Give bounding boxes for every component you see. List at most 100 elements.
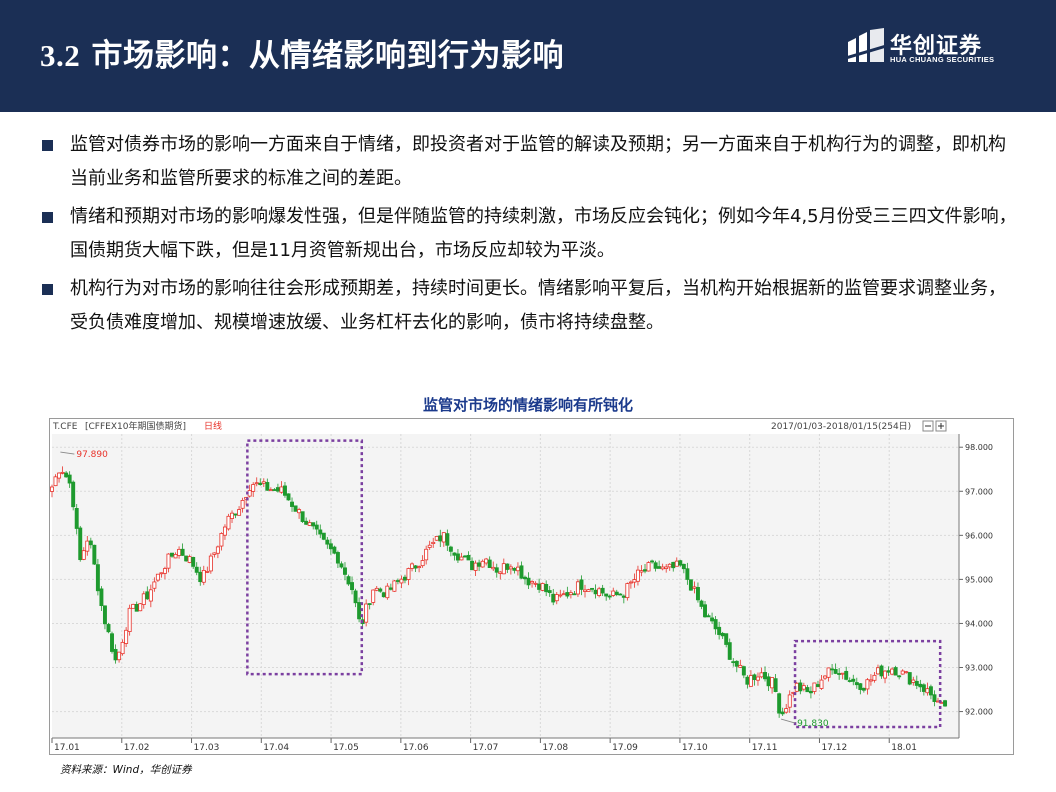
candle (138, 603, 143, 612)
candle (597, 586, 602, 598)
candle-body (332, 546, 337, 554)
candle-body (201, 569, 206, 583)
candle-body (385, 585, 390, 599)
candle-body (731, 661, 736, 664)
candle-body (148, 589, 153, 602)
candle-body (251, 484, 256, 492)
candle-body (879, 665, 884, 677)
candle-body (918, 683, 923, 688)
candle (293, 505, 298, 512)
candle-body (508, 566, 513, 570)
zoom-out-button[interactable] (922, 420, 934, 432)
candle-body (858, 683, 863, 690)
candle-body (787, 694, 792, 708)
candle (127, 604, 132, 636)
bullet-text: 监管对债券市场的影响一方面来自于情绪，即投资者对于监管的解读及预期；另一方面来自… (70, 134, 1006, 189)
candle-body (868, 679, 873, 682)
candle-body (692, 586, 697, 589)
candle (92, 544, 97, 565)
candle-body (561, 593, 566, 596)
candle-body (593, 589, 598, 595)
candle-body (537, 583, 542, 590)
candle-body (219, 533, 224, 547)
candle (332, 545, 337, 555)
candle-body (261, 481, 266, 484)
candle-body (74, 507, 79, 529)
candle-body (854, 682, 859, 686)
candle-body (417, 566, 422, 569)
candle-body (350, 582, 355, 591)
candle-body (427, 544, 432, 548)
x-tick-label: 17.12 (821, 743, 847, 753)
candle-body (805, 687, 810, 693)
candle-body (703, 604, 707, 618)
candle-body (816, 684, 820, 687)
chart-svg: 92.000 93.000 94.000 95.000 96.000 97.000 98.0… (49, 418, 1014, 755)
candle-body (265, 482, 270, 491)
high-value-label: 97.890 (76, 450, 108, 460)
candle-body (406, 568, 411, 580)
candle-body (844, 670, 849, 680)
candle-body (420, 560, 425, 567)
y-tick-label: 93.000 (965, 664, 993, 673)
candle-body (99, 588, 104, 607)
candle-body (117, 651, 122, 661)
bullet-list: 监管对债券市场的影响一方面来自于情绪，即投资者对于监管的解读及预期；另一方面来自… (40, 128, 1020, 344)
candle-body (455, 553, 460, 561)
candle-body (865, 679, 870, 690)
candle-body (67, 474, 72, 484)
candle (208, 553, 213, 574)
candle-body (914, 680, 919, 686)
candle-body (635, 569, 640, 582)
candle-body (392, 580, 397, 592)
y-tick-label: 94.000 (965, 619, 993, 628)
candle-body (770, 677, 775, 689)
candle-body (932, 694, 937, 702)
candle-body (92, 544, 97, 565)
candle-body (685, 568, 690, 580)
candle-body (254, 482, 259, 485)
candle-body (713, 619, 718, 630)
candle-body (530, 581, 535, 584)
x-tick-label: 17.04 (263, 743, 289, 753)
candle-body (187, 556, 192, 563)
bullet-item: 机构行为对市场的影响往往会形成预期差，持续时间更长。情绪影响平复后，当机构开始根… (40, 272, 1020, 340)
candle-body (646, 562, 651, 572)
candle-body (540, 583, 545, 591)
candle-body (459, 556, 464, 561)
candle-body (674, 560, 679, 567)
candle-body (621, 595, 626, 598)
candle-body (222, 526, 227, 536)
candle-body (763, 672, 767, 680)
candle (688, 579, 693, 591)
candle-body (290, 501, 294, 507)
candle-body (544, 583, 549, 593)
logo-text-en: HUA CHUANG SECURITIES (890, 55, 995, 64)
candle-body (480, 560, 485, 568)
candle-body (441, 532, 446, 543)
candle-body (286, 493, 291, 501)
candle-body (353, 590, 358, 604)
candle-body (575, 581, 580, 595)
candle-body (784, 708, 789, 713)
candle-body (738, 664, 743, 668)
section-number: 3.2 (40, 38, 81, 73)
candle-body (607, 595, 612, 598)
zoom-in-button[interactable] (935, 420, 947, 432)
candle-body (897, 675, 902, 678)
candle-body (487, 559, 492, 568)
candle-body (484, 558, 489, 564)
candle-body (597, 588, 602, 596)
candle (893, 665, 898, 676)
candle-body (180, 548, 185, 556)
page-title: 3.2 市场影响：从情绪影响到行为影响 (40, 30, 564, 75)
candle (346, 574, 351, 586)
candle-body (448, 546, 453, 552)
candle-body (466, 554, 471, 561)
section-title: 市场影响：从情绪影响到行为影响 (91, 38, 565, 74)
candle-body (801, 685, 806, 690)
candle (575, 579, 580, 597)
candle-body (688, 579, 693, 591)
candle-body (120, 641, 125, 655)
x-tick-label: 17.06 (403, 743, 429, 753)
